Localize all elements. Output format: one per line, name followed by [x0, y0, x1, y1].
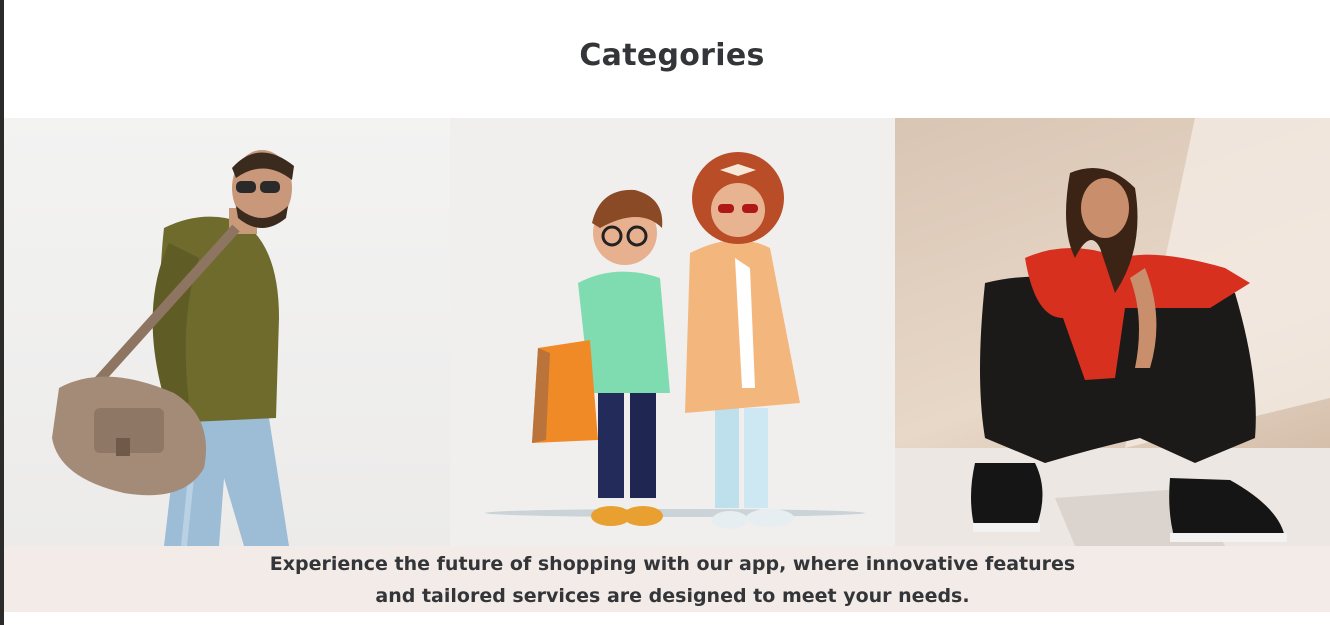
section-title: Categories — [579, 38, 765, 73]
category-card-men[interactable] — [4, 118, 450, 546]
category-card-kids[interactable] — [450, 118, 895, 546]
man-with-bag-photo — [52, 150, 294, 546]
section-caption: Experience the future of shopping with o… — [269, 553, 1076, 607]
category-grid — [4, 118, 1330, 546]
category-card-women[interactable] — [895, 118, 1330, 546]
kids-photo — [485, 152, 865, 529]
woman-in-red-photo — [895, 118, 1330, 546]
